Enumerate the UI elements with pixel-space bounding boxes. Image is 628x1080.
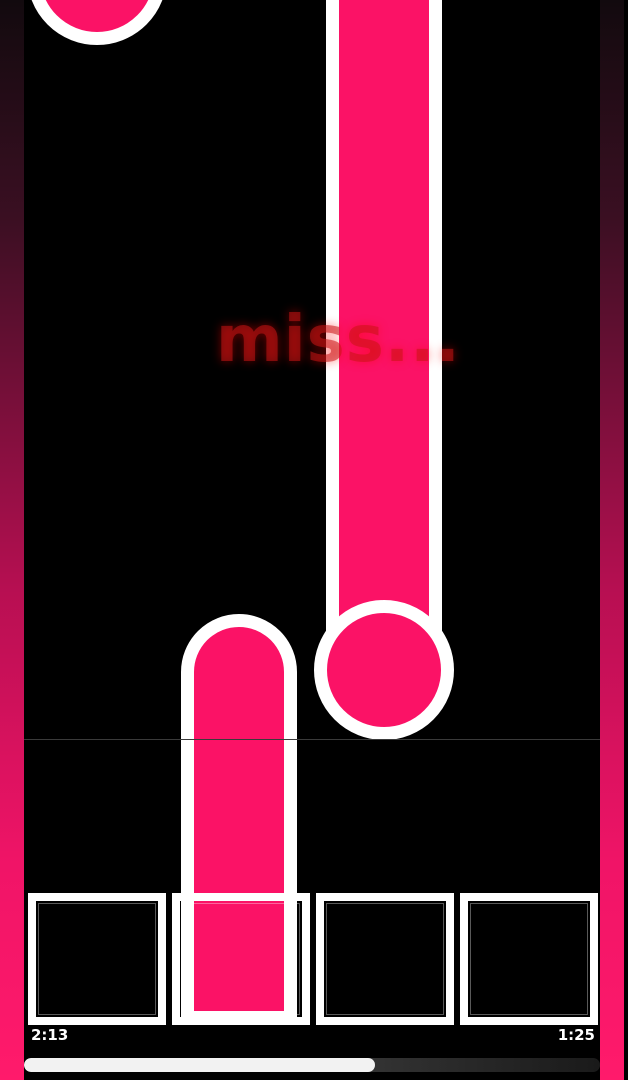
elapsed-time: 2:13 (31, 1026, 69, 1044)
lane-key-3[interactable] (316, 893, 454, 1025)
left-side-gradient (0, 0, 24, 1080)
tap-note (27, 0, 167, 45)
hold-note-head (314, 600, 454, 740)
judgement-line (24, 739, 600, 740)
judgement-text: miss... (216, 303, 461, 377)
lane-key-4[interactable] (460, 893, 598, 1025)
lane-key-1[interactable] (28, 893, 166, 1025)
song-progress-fill (24, 1058, 375, 1072)
playfield[interactable]: miss... 2:13 1:25 (24, 0, 600, 1080)
lane-key-2[interactable] (172, 893, 310, 1025)
remaining-time: 1:25 (557, 1026, 595, 1044)
right-side-gradient (600, 0, 624, 1080)
song-progress-bar[interactable] (24, 1058, 600, 1072)
